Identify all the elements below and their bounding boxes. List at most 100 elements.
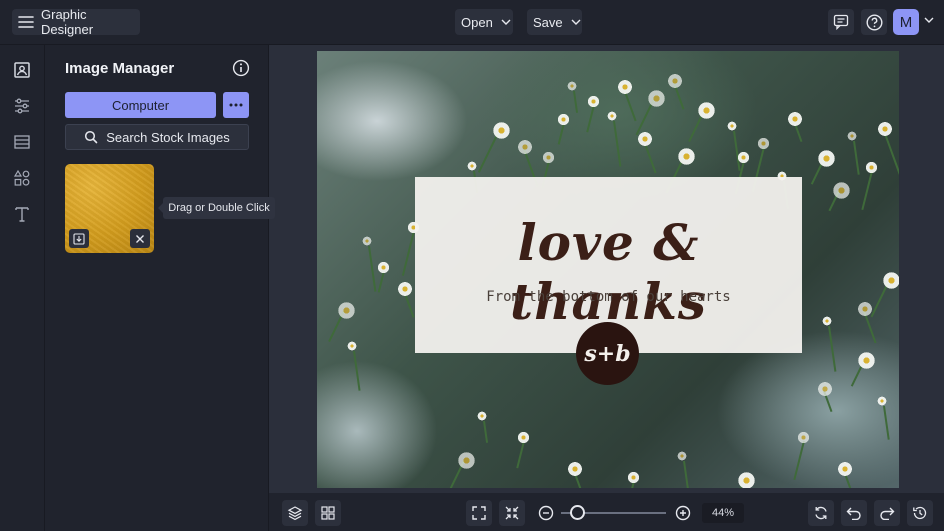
sliders-icon[interactable] bbox=[12, 96, 32, 116]
chevron-down-icon bbox=[571, 17, 581, 27]
app-menu-button[interactable]: Graphic Designer bbox=[12, 7, 140, 37]
flower bbox=[857, 351, 876, 370]
info-icon[interactable] bbox=[232, 59, 250, 77]
flower bbox=[727, 121, 737, 131]
shrink-icon bbox=[505, 506, 519, 520]
monogram-badge[interactable]: s+b bbox=[576, 322, 639, 385]
text-icon[interactable] bbox=[12, 204, 32, 224]
search-stock-label: Search Stock Images bbox=[106, 129, 230, 145]
actual-size-button[interactable] bbox=[499, 500, 525, 526]
flower bbox=[337, 301, 356, 320]
design-canvas[interactable]: love & thanks From the bottom of our hea… bbox=[317, 51, 899, 488]
zoom-slider-handle[interactable] bbox=[570, 505, 585, 520]
flower bbox=[817, 381, 833, 397]
zoom-in-icon[interactable] bbox=[675, 505, 691, 521]
flower bbox=[647, 89, 666, 108]
search-icon bbox=[84, 130, 98, 144]
chevron-down-icon[interactable] bbox=[924, 17, 934, 27]
flower bbox=[492, 121, 511, 140]
grid-icon bbox=[321, 506, 335, 520]
import-icon bbox=[73, 232, 85, 245]
flower bbox=[467, 161, 477, 171]
grid-button[interactable] bbox=[315, 500, 341, 526]
search-stock-images-button[interactable]: Search Stock Images bbox=[65, 124, 249, 150]
image-manager-panel: Image Manager Computer Search Stock Imag… bbox=[45, 45, 275, 531]
flower-stem bbox=[557, 122, 565, 145]
expand-icon bbox=[472, 506, 486, 520]
flower bbox=[457, 451, 476, 470]
help-icon bbox=[865, 13, 883, 31]
flower bbox=[877, 121, 893, 137]
redo-icon bbox=[879, 506, 895, 520]
flower-stem bbox=[613, 120, 622, 167]
flower bbox=[817, 149, 836, 168]
zoom-out-icon[interactable] bbox=[538, 505, 554, 521]
flower bbox=[787, 111, 803, 127]
user-avatar[interactable]: M bbox=[893, 9, 919, 35]
more-options-button[interactable] bbox=[223, 92, 249, 118]
flower bbox=[557, 113, 570, 126]
bottom-toolbar: 44% bbox=[269, 493, 944, 531]
redo-button[interactable] bbox=[874, 500, 900, 526]
flower bbox=[737, 471, 756, 488]
history-icon bbox=[912, 505, 928, 521]
flower-stem bbox=[353, 350, 361, 391]
flower-stem bbox=[853, 140, 860, 175]
flower bbox=[877, 396, 887, 406]
flower-stem bbox=[368, 245, 377, 292]
flower bbox=[587, 95, 600, 108]
drag-tooltip: Drag or Double Click bbox=[158, 197, 275, 219]
more-dots-icon bbox=[229, 103, 243, 107]
flower bbox=[567, 461, 583, 477]
flower bbox=[667, 73, 683, 89]
flower bbox=[397, 281, 413, 297]
flower bbox=[617, 79, 633, 95]
flower bbox=[637, 131, 653, 147]
rotate-button[interactable] bbox=[808, 500, 834, 526]
flower bbox=[847, 131, 857, 141]
save-label: Save bbox=[533, 14, 563, 30]
zoom-level[interactable]: 44% bbox=[702, 503, 744, 523]
flower bbox=[567, 81, 577, 91]
flower-stem bbox=[861, 170, 873, 211]
flower bbox=[377, 261, 390, 274]
save-button[interactable]: Save bbox=[527, 9, 582, 35]
flower bbox=[627, 471, 640, 484]
flower bbox=[757, 137, 770, 150]
upload-computer-button[interactable]: Computer bbox=[65, 92, 216, 118]
flower bbox=[677, 451, 687, 461]
history-button[interactable] bbox=[907, 500, 933, 526]
image-icon[interactable] bbox=[12, 60, 32, 80]
shapes-icon[interactable] bbox=[12, 168, 32, 188]
flower bbox=[697, 101, 716, 120]
top-bar: Graphic Designer Open Save M bbox=[0, 0, 944, 45]
comment-icon bbox=[833, 14, 849, 30]
card-subtitle-text[interactable]: From the bottom of our hearts bbox=[415, 289, 802, 305]
flower bbox=[797, 431, 810, 444]
flower bbox=[832, 181, 851, 200]
flower bbox=[677, 147, 696, 166]
open-button[interactable]: Open bbox=[455, 9, 513, 35]
flower bbox=[882, 271, 899, 290]
import-button[interactable] bbox=[69, 229, 89, 248]
flower bbox=[347, 341, 357, 351]
help-button[interactable] bbox=[861, 9, 887, 35]
remove-image-button[interactable] bbox=[130, 229, 150, 248]
undo-button[interactable] bbox=[841, 500, 867, 526]
comments-button[interactable] bbox=[828, 9, 854, 35]
flower bbox=[837, 461, 853, 477]
layers-icon bbox=[287, 505, 303, 521]
flower bbox=[822, 316, 832, 326]
image-thumbnail[interactable] bbox=[65, 164, 154, 253]
flower bbox=[607, 111, 617, 121]
undo-icon bbox=[846, 506, 862, 520]
card-title-text[interactable]: love & thanks bbox=[415, 213, 802, 331]
flower-stem bbox=[483, 420, 489, 443]
flower bbox=[737, 151, 750, 164]
layers-button[interactable] bbox=[282, 500, 308, 526]
flower-stem bbox=[586, 104, 595, 133]
fit-screen-button[interactable] bbox=[466, 500, 492, 526]
flower-stem bbox=[828, 325, 837, 372]
layout-icon[interactable] bbox=[12, 132, 32, 152]
flower-stem bbox=[683, 460, 689, 488]
